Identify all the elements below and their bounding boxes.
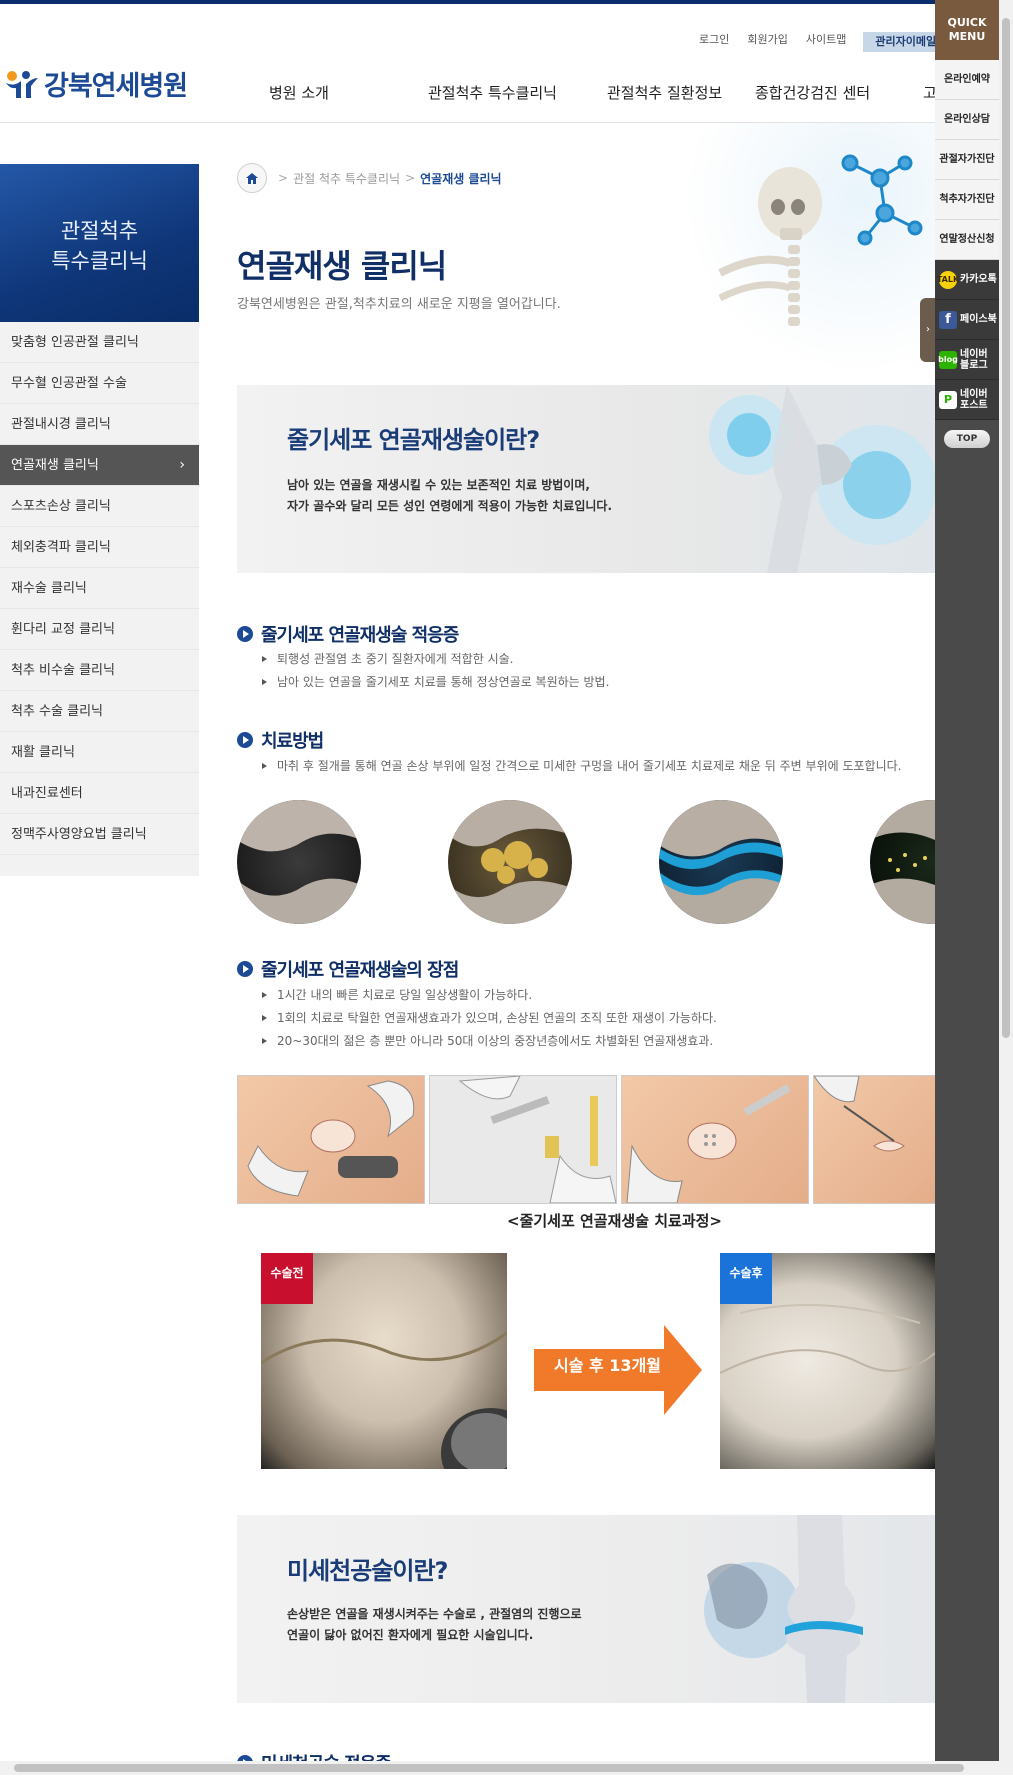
list-item: 20~30대의 젊은 층 뿐만 아니라 50대 이상의 중장년층에서도 차별화된…	[262, 1030, 717, 1053]
sidebar-item-iv-nutrition[interactable]: 정맥주사영양요법 클리닉	[0, 814, 199, 855]
home-icon[interactable]	[237, 163, 267, 193]
quick-naver-blog[interactable]: blog 네이버 블로그	[935, 340, 999, 380]
quick-menu-header: QUICK MENU	[935, 0, 999, 60]
step-image-3	[659, 800, 783, 924]
process-illustration-1	[237, 1075, 425, 1204]
sidebar-item-shockwave[interactable]: 체외충격파 클리닉	[0, 527, 199, 568]
list-item: 퇴행성 관절염 초 중기 질환자에게 적합한 시술.	[262, 648, 609, 671]
logo-text: 강북연세병원	[44, 71, 188, 102]
sidebar-item-bowleg-correction[interactable]: 휜다리 교정 클리닉	[0, 609, 199, 650]
knee-glow-illustration	[709, 385, 935, 573]
logo-mark-icon	[6, 70, 38, 98]
banner-title: 미세천공술이란?	[287, 1557, 448, 1585]
sidebar-item-internal-medicine[interactable]: 내과진료센터	[0, 773, 199, 814]
kakaotalk-icon: TALK	[937, 270, 959, 289]
sidebar-item-cartilage-regeneration[interactable]: 연골재생 클리닉 ›	[0, 445, 199, 486]
process-illustration-3	[621, 1075, 809, 1204]
naver-post-icon: P	[939, 390, 957, 409]
list-item: 1시간 내의 빠른 치료로 당일 일상생활이 가능하다.	[262, 984, 717, 1007]
quick-menu-toggle[interactable]: ›	[920, 298, 936, 362]
sidebar-item-arthroscopy[interactable]: 관절내시경 클리닉	[0, 404, 199, 445]
breadcrumb-parent[interactable]: 관절 척추 특수클리닉	[293, 170, 400, 187]
page-title: 연골재생 클리닉	[237, 247, 447, 285]
banner-title: 줄기세포 연골재생술이란?	[287, 426, 540, 454]
quick-tax-settlement[interactable]: 연말정산신청	[935, 220, 999, 260]
naver-blog-icon: blog	[938, 350, 958, 369]
top-button[interactable]: TOP	[944, 430, 990, 448]
section-header-indications: 줄기세포 연골재생술 적응증	[237, 621, 459, 647]
top-accent-bar	[0, 0, 935, 4]
section-header-advantages: 줄기세포 연골재생술의 장점	[237, 956, 459, 982]
horizontal-scrollbar[interactable]	[0, 1761, 999, 1775]
indications-list: 퇴행성 관절염 초 중기 질환자에게 적합한 시술. 남아 있는 연골을 줄기세…	[262, 648, 609, 694]
chevron-right-icon: ›	[179, 457, 185, 473]
breadcrumb-separator: >	[278, 171, 289, 185]
process-illustration-4	[813, 1075, 936, 1204]
quick-menu: QUICK MENU 온라인예약 온라인상담 관절자가진단 척추자가진단 연말정…	[935, 0, 999, 1775]
section-header-treatment: 치료방법	[237, 727, 324, 753]
sidebar-item-revision-surgery[interactable]: 재수술 클리닉	[0, 568, 199, 609]
nav-special-clinic[interactable]: 관절척추 특수클리닉	[428, 82, 557, 103]
quick-kakaotalk[interactable]: TALK 카카오톡	[935, 260, 999, 300]
sitemap-link[interactable]: 사이트맵	[797, 32, 855, 52]
list-item: 마취 후 절개를 통해 연골 손상 부위에 일정 간격으로 미세한 구멍을 내어…	[262, 755, 901, 778]
vertical-scrollbar[interactable]	[999, 0, 1013, 1775]
after-13-months-arrow: 시술 후 13개월	[534, 1325, 702, 1419]
hero-background	[680, 123, 935, 373]
skeleton-molecule-illustration	[718, 154, 923, 326]
sidebar-title: 관절척추 특수클리닉	[0, 164, 199, 322]
scrollbar-thumb[interactable]	[14, 1764, 964, 1772]
quick-facebook[interactable]: f 페이스북	[935, 300, 999, 340]
quick-online-consult[interactable]: 온라인상담	[935, 100, 999, 140]
sidebar-item-sports-injury[interactable]: 스포츠손상 클리닉	[0, 486, 199, 527]
banner-description: 손상받은 연골을 재생시켜주는 수술로 , 관절염의 진행으로 연골이 닳아 없…	[287, 1607, 582, 1642]
breadcrumb: > 관절 척추 특수클리닉 > 연골재생 클리닉	[237, 163, 502, 193]
utility-links: 로그인 회원가입 사이트맵 관리자이메일	[690, 32, 949, 52]
facebook-icon: f	[939, 310, 957, 329]
bullet-circle-icon	[237, 732, 253, 748]
sidebar-item-bloodless-joint[interactable]: 무수혈 인공관절 수술	[0, 363, 199, 404]
before-surgery-photo: 수술전	[261, 1253, 507, 1469]
step-image-4	[870, 800, 935, 924]
advantages-list: 1시간 내의 빠른 치료로 당일 일상생활이 가능하다. 1회의 치료로 탁월한…	[262, 984, 717, 1053]
after-surgery-photo: 수술후	[720, 1253, 935, 1469]
quick-naver-post[interactable]: P 네이버 포스트	[935, 380, 999, 420]
treatment-list: 마취 후 절개를 통해 연골 손상 부위에 일정 간격으로 미세한 구멍을 내어…	[262, 755, 901, 778]
sidebar-item-spine-nonsurgical[interactable]: 척추 비수술 클리닉	[0, 650, 199, 691]
process-illustration-2	[429, 1075, 617, 1204]
bullet-circle-icon	[237, 961, 253, 977]
stem-cell-banner: 줄기세포 연골재생술이란? 남아 있는 연골을 재생시킬 수 있는 보존적인 치…	[237, 385, 935, 573]
after-tag: 수술후	[720, 1253, 772, 1304]
knee-bone-illustration	[704, 1515, 863, 1703]
sidebar-item-spine-surgery[interactable]: 척추 수술 클리닉	[0, 691, 199, 732]
sidebar-menu: 맞춤형 인공관절 클리닉 무수혈 인공관절 수술 관절내시경 클리닉 연골재생 …	[0, 322, 199, 876]
process-caption: <줄기세포 연골재생술 치료과정>	[507, 1212, 722, 1230]
bullet-circle-icon	[237, 626, 253, 642]
banner-description: 남아 있는 연골을 재생시킬 수 있는 보존적인 치료 방법이며, 자가 골수와…	[287, 478, 613, 513]
sidebar-item-custom-joint[interactable]: 맞춤형 인공관절 클리닉	[0, 322, 199, 363]
list-item: 1회의 치료로 탁월한 연골재생효과가 있으며, 손상된 연골의 조직 또한 재…	[262, 1007, 717, 1030]
hospital-logo[interactable]: 강북연세병원	[4, 64, 188, 103]
nav-health-checkup[interactable]: 종합건강검진 센터	[755, 82, 870, 103]
nav-disease-info[interactable]: 관절척추 질환정보	[607, 82, 722, 103]
main-navigation: 병원 소개 관절척추 특수클리닉 관절척추 질환정보 종합건강검진 센터 고	[240, 82, 937, 103]
login-link[interactable]: 로그인	[690, 32, 738, 52]
scrollbar-thumb[interactable]	[1002, 18, 1010, 1038]
step-image-1	[237, 800, 361, 924]
quick-online-reservation[interactable]: 온라인예약	[935, 60, 999, 100]
nav-hospital-intro[interactable]: 병원 소개	[269, 82, 329, 103]
signup-link[interactable]: 회원가입	[738, 32, 796, 52]
breadcrumb-separator: >	[405, 171, 416, 185]
quick-spine-self-check[interactable]: 척추자가진단	[935, 180, 999, 220]
breadcrumb-current: 연골재생 클리닉	[420, 171, 502, 186]
list-item: 남아 있는 연골을 줄기세포 치료를 통해 정상연골로 복원하는 방법.	[262, 671, 609, 694]
quick-joint-self-check[interactable]: 관절자가진단	[935, 140, 999, 180]
sidebar-item-rehabilitation[interactable]: 재활 클리닉	[0, 732, 199, 773]
microfracture-banner: 미세천공술이란? 손상받은 연골을 재생시켜주는 수술로 , 관절염의 진행으로…	[237, 1515, 935, 1703]
step-image-2	[448, 800, 572, 924]
before-tag: 수술전	[261, 1253, 313, 1304]
page-subtitle: 강북연세병원은 관절,척추치료의 새로운 지평을 열어갑니다.	[237, 297, 561, 312]
